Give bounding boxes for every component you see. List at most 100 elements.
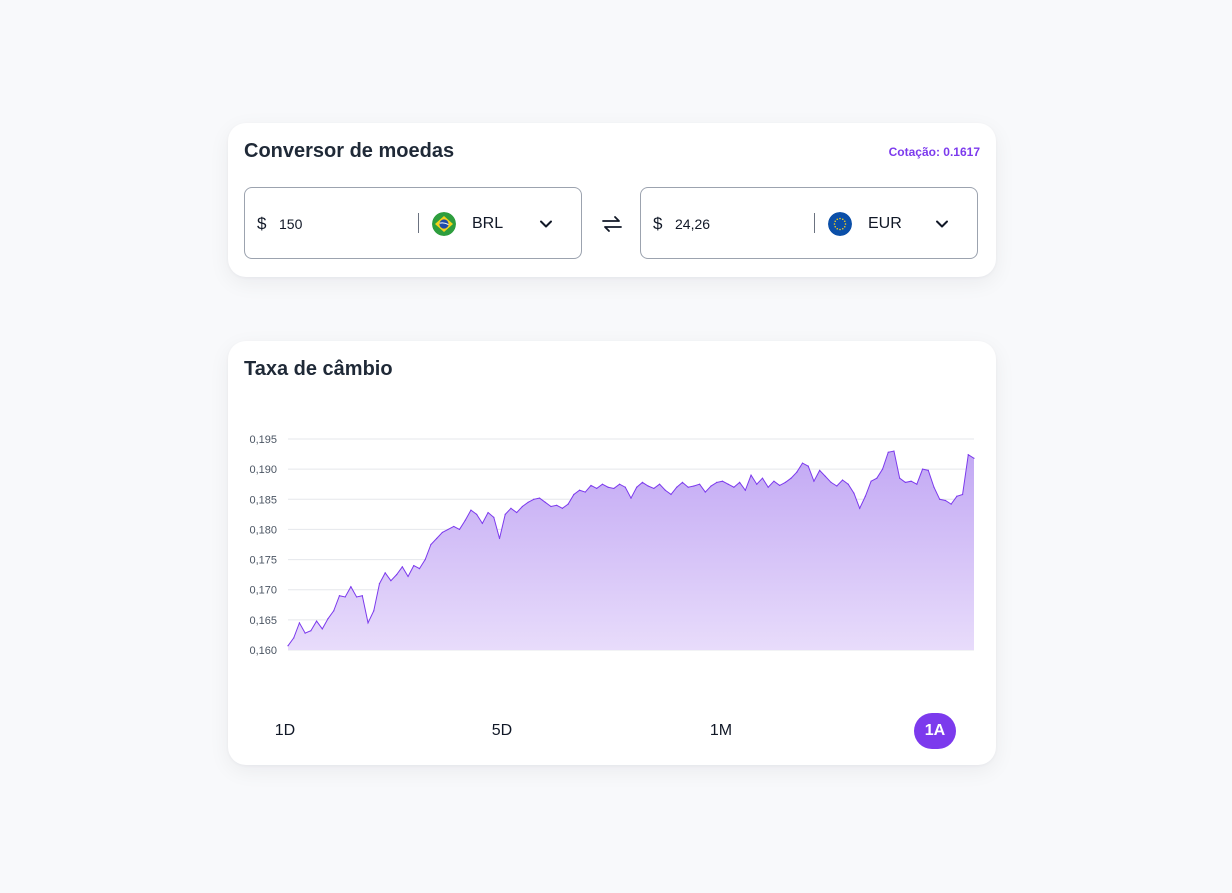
rate-point xyxy=(533,498,535,500)
y-tick-label: 0,160 xyxy=(249,645,277,657)
y-tick-label: 0,175 xyxy=(249,555,277,567)
rate-point xyxy=(356,596,358,598)
rate-point xyxy=(887,451,889,453)
rate-point xyxy=(510,507,512,509)
rate-point xyxy=(727,483,729,485)
rate-point xyxy=(430,543,432,546)
rate-point xyxy=(927,469,929,471)
rate-point xyxy=(636,486,638,488)
range-tab-5d[interactable]: 5D xyxy=(481,713,523,749)
swap-arrows-icon[interactable] xyxy=(600,212,624,236)
exchange-rate-card: Taxa de câmbio 0,195 0,190 0,185 0,180 0,175… xyxy=(228,341,996,765)
rate-point xyxy=(344,596,346,598)
rate-point xyxy=(693,485,695,487)
rate-point xyxy=(704,491,706,493)
rate-point xyxy=(721,480,724,482)
rate-point xyxy=(904,481,907,484)
rate-point xyxy=(361,595,363,597)
rate-point xyxy=(881,468,884,470)
y-tick-label: 0,180 xyxy=(249,524,277,536)
range-tab-1d[interactable]: 1D xyxy=(264,713,306,749)
rate-point xyxy=(739,481,741,484)
rate-point xyxy=(407,575,409,578)
rate-point xyxy=(921,468,924,470)
to-amount-input[interactable]: 24,26 xyxy=(675,216,805,232)
rate-point xyxy=(413,565,415,567)
rate-point xyxy=(750,474,752,476)
rate-point xyxy=(601,483,604,485)
rate-point xyxy=(681,481,684,484)
chevron-down-icon[interactable] xyxy=(539,217,553,231)
rate-point xyxy=(544,501,546,503)
y-tick-label: 0,185 xyxy=(249,494,277,506)
rate-point xyxy=(504,513,506,515)
rate-point xyxy=(481,522,483,524)
rate-point xyxy=(830,481,832,484)
rate-point xyxy=(870,480,872,482)
rate-point xyxy=(950,503,952,505)
rate-point xyxy=(687,486,689,488)
rate-point xyxy=(396,574,398,576)
rate-point xyxy=(521,505,523,508)
rate-point xyxy=(493,516,495,518)
rate-point xyxy=(527,501,529,503)
exchange-rate-chart: 0,195 0,190 0,185 0,180 0,175 0,170 0,165 0,160 xyxy=(249,434,975,657)
exchange-quote: Cotação: 0.1617 xyxy=(888,145,980,159)
from-currency-field[interactable]: $ 150 BRL xyxy=(244,187,582,259)
rate-point xyxy=(607,486,609,488)
rate-point xyxy=(876,477,878,479)
from-amount-input[interactable]: 150 xyxy=(279,216,409,232)
rate-point xyxy=(298,622,301,624)
y-tick-label: 0,190 xyxy=(249,464,277,476)
rate-point xyxy=(824,475,826,477)
rate-point xyxy=(624,486,626,488)
rate-point xyxy=(618,483,621,485)
rate-point xyxy=(744,489,746,491)
rate-point xyxy=(813,480,815,482)
rate-point xyxy=(321,628,323,630)
rate-point xyxy=(590,484,592,487)
rate-point xyxy=(390,580,392,582)
rate-point xyxy=(784,481,786,484)
rate-point xyxy=(561,507,563,509)
rate-point xyxy=(807,465,809,467)
rate-point xyxy=(773,480,775,482)
rate-point xyxy=(293,637,295,639)
rate-point xyxy=(418,568,421,570)
rate-point xyxy=(801,462,804,464)
rate-point xyxy=(498,537,501,540)
rate-point xyxy=(761,477,764,479)
rate-point xyxy=(550,505,552,508)
to-currency-symbol: $ xyxy=(653,214,663,233)
rate-point xyxy=(401,566,403,568)
rate-point xyxy=(779,484,781,487)
rate-point xyxy=(933,486,935,488)
field-divider xyxy=(418,213,419,233)
rate-point xyxy=(836,485,838,487)
rate-point xyxy=(538,497,541,499)
chevron-down-icon[interactable] xyxy=(935,217,949,231)
rate-point xyxy=(733,486,735,488)
rate-point xyxy=(670,493,672,496)
rate-point xyxy=(567,503,569,505)
rate-point xyxy=(458,528,461,531)
rate-point xyxy=(893,450,895,452)
rate-point xyxy=(464,519,466,521)
rate-point xyxy=(310,630,312,632)
rate-point xyxy=(641,481,644,484)
rate-point xyxy=(384,572,386,574)
rate-point xyxy=(961,493,964,496)
to-currency-field[interactable]: $ 24,26 EUR xyxy=(640,187,978,259)
rate-point xyxy=(373,610,375,612)
to-currency-code: EUR xyxy=(868,215,902,232)
rate-point xyxy=(516,511,518,514)
y-tick-label: 0,165 xyxy=(249,615,277,627)
rate-point xyxy=(796,471,798,473)
rate-point xyxy=(350,586,352,588)
brazil-flag-icon xyxy=(432,212,456,236)
rate-point xyxy=(859,507,861,509)
range-tab-1m[interactable]: 1M xyxy=(700,713,742,749)
from-currency-symbol: $ xyxy=(257,214,267,233)
range-tab-1a[interactable]: 1A xyxy=(914,713,956,749)
y-tick-label: 0,195 xyxy=(249,434,277,446)
